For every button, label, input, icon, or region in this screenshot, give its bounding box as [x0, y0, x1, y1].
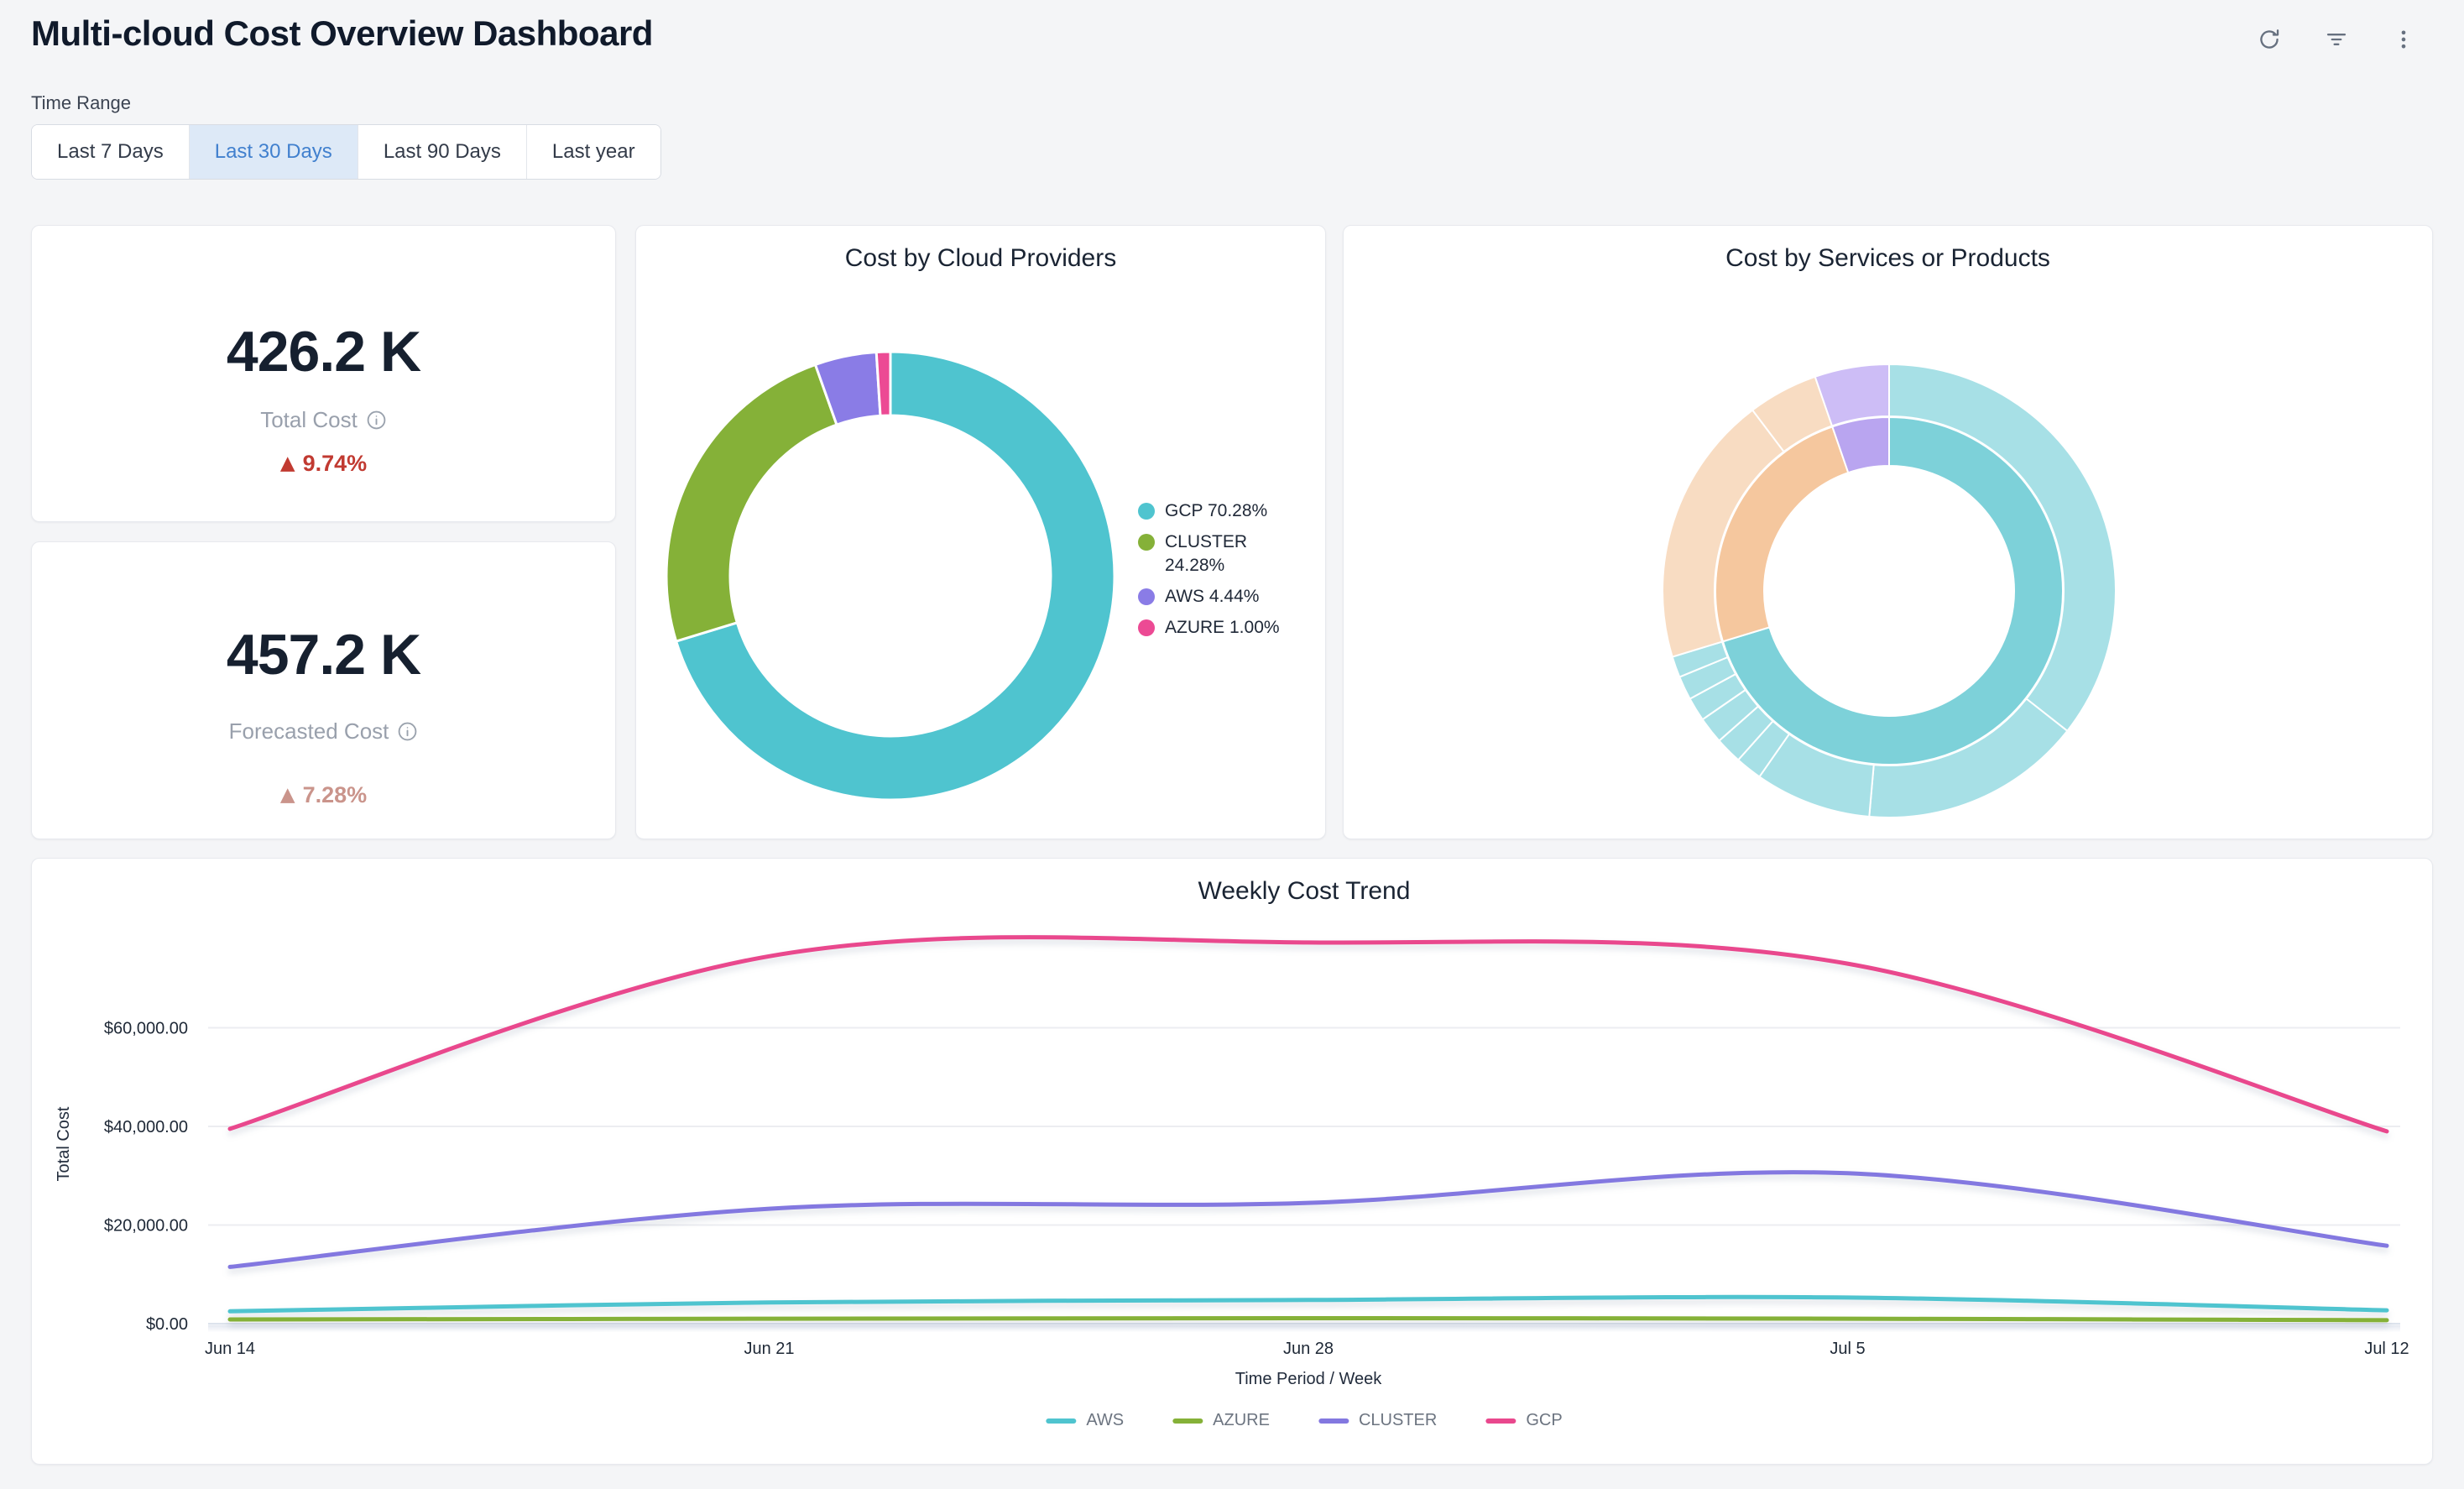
info-icon[interactable]	[366, 410, 387, 431]
series-line-cluster[interactable]	[230, 1173, 2387, 1267]
weekly-cost-trend-card: Weekly Cost Trend $0.00$20,000.00$40,000…	[31, 858, 2433, 1465]
forecasted-cost-card: 457.2 K Forecasted Cost ▲ 7.28%	[31, 541, 616, 839]
legend-swatch-icon	[1138, 619, 1155, 636]
legend-swatch-icon	[1138, 534, 1155, 551]
page-title: Multi-cloud Cost Overview Dashboard	[31, 13, 653, 54]
services-sunburst-chart[interactable]	[1344, 226, 2434, 840]
legend-line-swatch-icon	[1046, 1418, 1076, 1424]
delta-up-icon: ▲	[280, 786, 295, 805]
donut-slice-cluster[interactable]	[666, 364, 837, 641]
x-tick-label: Jun 14	[205, 1340, 255, 1358]
axis-shadow	[208, 1325, 2400, 1333]
more-menu-button[interactable]	[2385, 21, 2422, 58]
legend-swatch-icon	[1138, 588, 1155, 605]
time-range-group: Last 7 DaysLast 30 DaysLast 90 DaysLast …	[31, 124, 661, 180]
weekly-trend-legend: AWS AZURE CLUSTER GCP	[1046, 1411, 1562, 1430]
legend-item-cluster[interactable]: CLUSTER 24.28%	[1138, 530, 1297, 577]
time-range-last-7-days[interactable]: Last 7 Days	[32, 125, 189, 179]
y-tick-label: $0.00	[146, 1315, 188, 1334]
y-tick-label: $20,000.00	[104, 1217, 188, 1236]
total-cost-card: 426.2 K Total Cost ▲ 9.74%	[31, 225, 616, 522]
legend-label: AWS	[1086, 1411, 1124, 1430]
kebab-menu-icon	[2392, 28, 2415, 51]
forecasted-cost-delta: ▲ 7.28%	[280, 784, 367, 807]
forecasted-cost-label-text: Forecasted Cost	[229, 720, 389, 742]
delta-value: 9.74%	[303, 452, 368, 475]
legend-label: AZURE	[1213, 1411, 1270, 1430]
weekly-trend-line-chart[interactable]: $0.00 $20,000.00 $40,000.00 $60,000.00 Jun 1…	[32, 859, 2434, 1465]
legend-line-swatch-icon	[1485, 1418, 1516, 1424]
time-range-label: Time Range	[31, 92, 131, 114]
legend-item-aws[interactable]: AWS	[1046, 1411, 1124, 1430]
refresh-icon	[2258, 28, 2281, 51]
legend-label: CLUSTER	[1359, 1411, 1437, 1430]
series-line-azure[interactable]	[230, 1319, 2387, 1320]
legend-label: GCP 70.28%	[1165, 499, 1267, 523]
legend-label: AWS 4.44%	[1165, 585, 1259, 609]
header-actions	[2251, 21, 2422, 58]
legend-line-swatch-icon	[1318, 1418, 1349, 1424]
forecasted-cost-value: 457.2 K	[227, 626, 420, 683]
x-tick-label: Jul 12	[2364, 1340, 2409, 1358]
delta-value: 7.28%	[303, 784, 368, 807]
legend-line-swatch-icon	[1172, 1418, 1203, 1424]
legend-item-aws[interactable]: AWS 4.44%	[1138, 585, 1297, 609]
total-cost-label-text: Total Cost	[260, 409, 358, 431]
legend-item-gcp[interactable]: GCP 70.28%	[1138, 499, 1297, 523]
x-tick-label: Jun 28	[1283, 1340, 1334, 1358]
legend-item-azure[interactable]: AZURE 1.00%	[1138, 616, 1297, 640]
legend-item-gcp[interactable]: GCP	[1485, 1411, 1562, 1430]
time-range-last-90-days[interactable]: Last 90 Days	[358, 125, 526, 179]
providers-legend: GCP 70.28% CLUSTER 24.28% AWS 4.44% AZURE 1…	[1138, 499, 1297, 640]
forecasted-cost-label: Forecasted Cost	[229, 720, 419, 742]
time-range-last-30-days[interactable]: Last 30 Days	[189, 125, 358, 179]
info-icon[interactable]	[397, 721, 418, 742]
x-axis-title: Time Period / Week	[1235, 1370, 1383, 1388]
legend-label: CLUSTER 24.28%	[1165, 530, 1297, 577]
refresh-button[interactable]	[2251, 21, 2288, 58]
total-cost-label: Total Cost	[260, 409, 387, 431]
cost-by-services-card: Cost by Services or Products	[1343, 225, 2433, 839]
x-tick-label: Jul 5	[1830, 1340, 1865, 1358]
series-line-gcp[interactable]	[230, 938, 2387, 1131]
time-range-last-year[interactable]: Last year	[526, 125, 660, 179]
y-tick-label: $60,000.00	[104, 1020, 188, 1038]
filter-icon	[2325, 28, 2348, 51]
total-cost-delta: ▲ 9.74%	[280, 452, 367, 475]
legend-label: GCP	[1526, 1411, 1562, 1430]
y-axis-title: Total Cost	[55, 1106, 73, 1181]
filter-button[interactable]	[2318, 21, 2355, 58]
delta-up-icon: ▲	[280, 454, 295, 473]
cost-by-providers-card: Cost by Cloud Providers GCP 70.28%CLUSTE…	[635, 225, 1326, 839]
x-tick-label: Jun 21	[744, 1340, 794, 1358]
series-line-aws[interactable]	[230, 1297, 2387, 1311]
legend-item-cluster[interactable]: CLUSTER	[1318, 1411, 1437, 1430]
y-tick-label: $40,000.00	[104, 1118, 188, 1136]
legend-label: AZURE 1.00%	[1165, 616, 1280, 640]
dashboard: Multi-cloud Cost Overview Dashboard Time…	[0, 0, 2464, 1489]
legend-swatch-icon	[1138, 503, 1155, 520]
total-cost-value: 426.2 K	[227, 323, 420, 380]
legend-item-azure[interactable]: AZURE	[1172, 1411, 1270, 1430]
